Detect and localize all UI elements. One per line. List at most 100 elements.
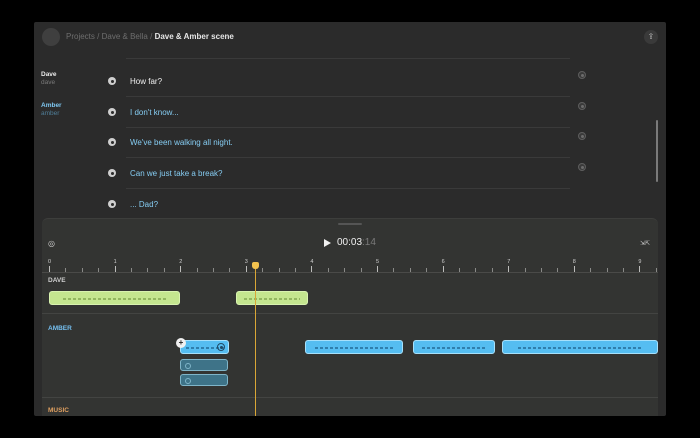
take-icon bbox=[185, 363, 191, 369]
divider bbox=[126, 127, 570, 128]
ruler-tick bbox=[49, 266, 50, 272]
ruler-tick bbox=[639, 266, 641, 272]
ruler-tick bbox=[65, 268, 67, 272]
breadcrumb-separator: / bbox=[97, 32, 100, 41]
line-text[interactable]: Can we just take a break? bbox=[130, 169, 223, 178]
time-display: 00:03:14 bbox=[337, 237, 376, 248]
ruler-tick bbox=[213, 268, 214, 272]
line-status-icon[interactable] bbox=[578, 163, 586, 171]
line-marker-icon[interactable] bbox=[108, 108, 116, 116]
track-divider bbox=[42, 313, 658, 314]
amber-clip[interactable] bbox=[413, 340, 496, 354]
line-status-icon[interactable] bbox=[578, 132, 586, 140]
ruler-label: 2 bbox=[179, 259, 183, 265]
page-title: Dave & Amber scene bbox=[154, 32, 234, 41]
ruler-tick bbox=[344, 268, 346, 272]
speaker-name: Amber bbox=[41, 102, 62, 109]
breadcrumb: Projects / Dave & Bella / Dave & Amber s… bbox=[66, 32, 234, 41]
take-icon bbox=[185, 378, 191, 384]
line-text[interactable]: We've been walking all night. bbox=[130, 138, 233, 147]
record-icon[interactable] bbox=[217, 343, 226, 351]
ruler-label: 8 bbox=[572, 259, 576, 265]
ruler-tick bbox=[606, 268, 608, 272]
ruler-tick bbox=[541, 268, 542, 272]
alternate-take-clip[interactable] bbox=[180, 374, 228, 386]
ruler-tick bbox=[377, 266, 378, 272]
ruler-tick bbox=[147, 268, 149, 272]
ruler-tick bbox=[442, 266, 444, 272]
play-icon[interactable] bbox=[324, 238, 331, 247]
amber-clip[interactable] bbox=[180, 340, 230, 354]
dave-clip[interactable] bbox=[235, 291, 309, 305]
breadcrumb-project[interactable]: Dave & Bella bbox=[102, 32, 148, 41]
ruler-tick bbox=[311, 266, 313, 272]
track-label-music: MUSIC bbox=[48, 407, 69, 414]
ruler-tick bbox=[459, 268, 460, 272]
ruler-tick bbox=[278, 268, 280, 272]
waveform bbox=[62, 298, 167, 300]
divider bbox=[126, 188, 570, 189]
line-marker-icon[interactable] bbox=[108, 169, 116, 177]
script-line[interactable]: ... Dad? bbox=[104, 191, 574, 221]
ruler-tick bbox=[180, 266, 182, 272]
ruler-label: 4 bbox=[310, 259, 314, 265]
ruler-label: 5 bbox=[376, 259, 380, 265]
ruler-tick bbox=[491, 268, 493, 272]
line-text[interactable]: I don't know... bbox=[130, 108, 179, 117]
speaker-amber[interactable]: Amber amber bbox=[41, 102, 62, 118]
script-line[interactable]: I don't know... bbox=[104, 99, 574, 129]
share-button[interactable]: ⇪ bbox=[644, 30, 658, 44]
track-label-dave: DAVE bbox=[48, 277, 66, 284]
script-line[interactable]: Can we just take a break? bbox=[104, 160, 574, 190]
avatar[interactable] bbox=[42, 28, 60, 46]
ruler-label: 0 bbox=[48, 259, 52, 265]
track-divider bbox=[42, 397, 658, 398]
alternate-take-clip[interactable] bbox=[180, 359, 228, 371]
ruler-tick bbox=[655, 268, 657, 272]
line-status-icon[interactable] bbox=[578, 102, 586, 110]
amber-clip[interactable] bbox=[304, 340, 404, 354]
script-line[interactable]: We've been walking all night. bbox=[104, 129, 574, 159]
dave-clip[interactable] bbox=[49, 291, 181, 305]
ruler-tick bbox=[131, 268, 132, 272]
line-status-icon[interactable] bbox=[578, 71, 586, 79]
line-text[interactable]: ... Dad? bbox=[130, 200, 158, 209]
speaker-dave[interactable]: Dave dave bbox=[41, 71, 57, 87]
playhead-handle[interactable] bbox=[251, 262, 259, 269]
time-ruler[interactable]: 0 1 2 3 4 5 6 7 8 9 bbox=[42, 257, 658, 273]
waveform bbox=[243, 298, 301, 300]
scrollbar[interactable] bbox=[656, 120, 658, 182]
ruler-label: 7 bbox=[507, 259, 511, 265]
script-line[interactable]: How far? bbox=[104, 68, 574, 98]
share-icon: ⇪ bbox=[647, 32, 655, 41]
transport: 00:03:14 bbox=[324, 237, 376, 248]
speaker-handle: dave bbox=[41, 79, 56, 86]
ruler-tick bbox=[229, 268, 231, 272]
speaker-name: Dave bbox=[41, 71, 57, 78]
line-marker-icon[interactable] bbox=[108, 77, 116, 85]
ruler-tick bbox=[163, 268, 165, 272]
breadcrumb-separator: / bbox=[150, 32, 153, 41]
line-marker-icon[interactable] bbox=[108, 138, 116, 146]
zoom-icon[interactable]: ⇲⇱ bbox=[640, 240, 650, 247]
waveform bbox=[315, 347, 393, 349]
ruler-tick bbox=[360, 268, 362, 272]
breadcrumb-projects[interactable]: Projects bbox=[66, 32, 95, 41]
waveform bbox=[518, 347, 642, 349]
ruler-tick bbox=[245, 266, 247, 272]
panel-resize-handle[interactable] bbox=[338, 223, 362, 225]
time-frames: :14 bbox=[362, 237, 376, 248]
ruler-tick bbox=[590, 268, 592, 272]
playhead[interactable] bbox=[254, 265, 256, 416]
add-take-button[interactable]: + bbox=[176, 338, 186, 348]
amber-clip[interactable] bbox=[501, 340, 658, 354]
ruler-label: 3 bbox=[244, 259, 248, 265]
line-marker-icon[interactable] bbox=[108, 200, 116, 208]
loop-icon[interactable]: ◎ bbox=[48, 239, 55, 248]
ruler-tick bbox=[393, 268, 395, 272]
line-text[interactable]: How far? bbox=[130, 77, 162, 86]
ruler-tick bbox=[196, 268, 198, 272]
ruler-tick bbox=[573, 266, 575, 272]
ruler-tick bbox=[508, 266, 510, 272]
ruler-tick bbox=[524, 268, 526, 272]
